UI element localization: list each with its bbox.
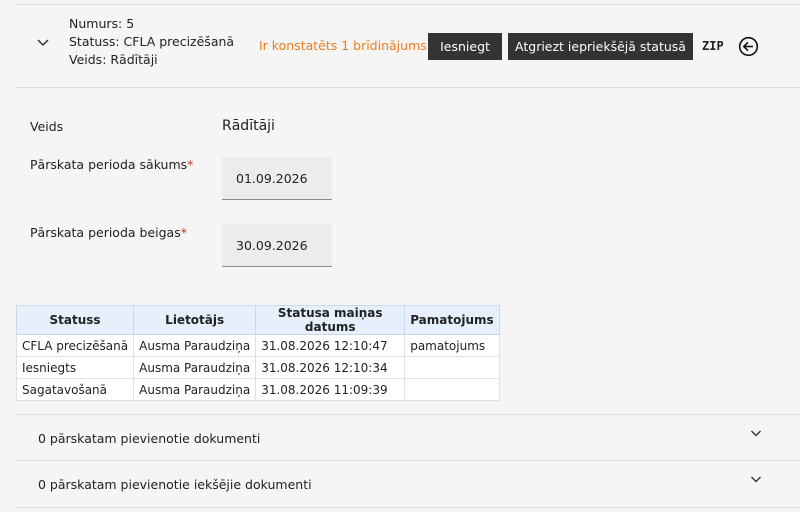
header-info: Numurs: 5 Statuss: CFLA precizēšanā Veid…	[69, 15, 234, 69]
cell-reason	[404, 378, 500, 401]
required-mark: *	[180, 225, 187, 240]
bottom-divider	[15, 507, 800, 508]
cell-user: Ausma Paraudziņa	[133, 356, 257, 379]
status-history-table: Statuss Lietotājs Statusa maiņas datums …	[15, 305, 500, 401]
warning-link[interactable]: Ir konstatēts 1 brīdinājums	[259, 38, 427, 53]
cell-status: CFLA precizēšanā	[15, 334, 135, 357]
cell-status: Iesniegts	[15, 356, 135, 379]
required-mark: *	[187, 157, 194, 172]
accordion-label: 0 pārskatam pievienotie iekšējie dokumen…	[38, 477, 312, 492]
cell-user: Ausma Paraudziņa	[133, 334, 257, 357]
internal-documents-accordion[interactable]: 0 pārskatam pievienotie iekšējie dokumen…	[15, 460, 800, 506]
arrow-left-circle-icon[interactable]	[738, 36, 759, 57]
period-start-label: Pārskata perioda sākums*	[30, 157, 193, 172]
table-row: Iesniegts Ausma Paraudziņa 31.08.2026 12…	[15, 356, 500, 379]
period-end-field[interactable]: 30.09.2026	[222, 224, 332, 267]
cell-reason: pamatojums	[404, 334, 500, 357]
period-end-label: Pārskata perioda beigas*	[30, 225, 187, 240]
type-value: Rādītāji	[222, 118, 275, 134]
table-row: CFLA precizēšanā Ausma Paraudziņa 31.08.…	[15, 334, 500, 357]
period-start-label-text: Pārskata perioda sākums	[30, 157, 188, 172]
chevron-down-icon	[751, 430, 761, 437]
column-header-reason: Pamatojums	[404, 305, 500, 335]
zip-download-button[interactable]: ZIP	[702, 39, 724, 53]
chevron-down-icon[interactable]	[36, 36, 50, 50]
period-end-label-text: Pārskata perioda beigas	[30, 225, 181, 240]
report-status: Statuss: CFLA precizēšanā	[69, 34, 235, 49]
cell-date: 31.08.2026 11:09:39	[255, 378, 406, 401]
accordion-label: 0 pārskatam pievienotie dokumenti	[38, 431, 261, 446]
cell-user: Ausma Paraudziņa	[133, 378, 257, 401]
cell-date: 31.08.2026 12:10:34	[255, 356, 406, 379]
period-start-field[interactable]: 01.09.2026	[222, 157, 332, 200]
revert-status-button[interactable]: Atgriezt iepriekšējā statusā	[508, 33, 693, 60]
submit-button[interactable]: Iesniegt	[428, 33, 502, 60]
report-type: Veids: Rādītāji	[69, 52, 158, 67]
table-row: Sagatavošanā Ausma Paraudziņa 31.08.2026…	[15, 378, 500, 401]
column-header-user: Lietotājs	[133, 305, 257, 335]
cell-status: Sagatavošanā	[15, 378, 135, 401]
chevron-down-icon	[751, 476, 761, 483]
report-number: Numurs: 5	[69, 16, 135, 31]
column-header-status: Statuss	[15, 305, 135, 335]
cell-reason	[404, 356, 500, 379]
type-label: Veids	[30, 119, 64, 134]
attached-documents-accordion[interactable]: 0 pārskatam pievienotie dokumenti	[15, 414, 800, 460]
column-header-date: Statusa maiņas datums	[255, 305, 406, 335]
cell-date: 31.08.2026 12:10:47	[255, 334, 406, 357]
table-header-row: Statuss Lietotājs Statusa maiņas datums …	[15, 305, 500, 335]
